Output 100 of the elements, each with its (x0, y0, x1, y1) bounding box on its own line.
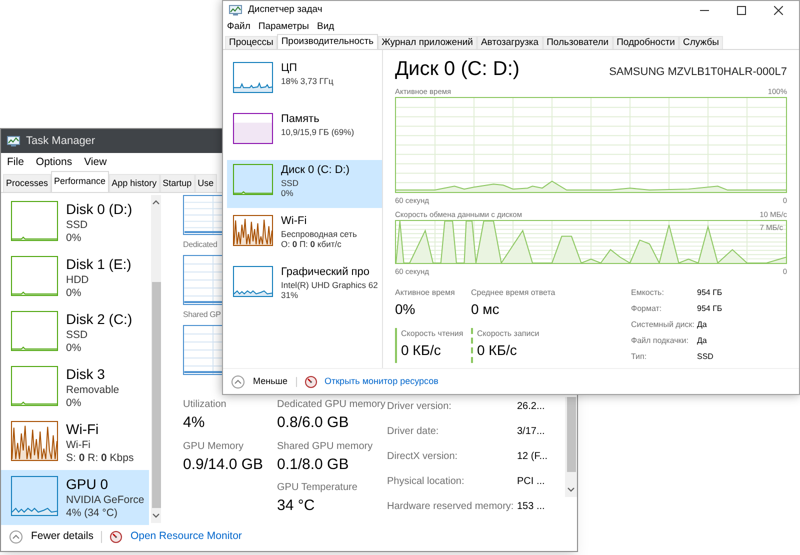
scroll-up-icon[interactable] (152, 199, 160, 206)
device-detail: 0% (66, 232, 82, 245)
detail-label: Driver version: (387, 400, 452, 414)
detail-value: 26.2... (517, 400, 546, 414)
usage-graph (11, 256, 58, 296)
device-detail: NVIDIA GeForce (66, 494, 144, 507)
window-title: Task Manager (26, 134, 96, 149)
menu-item[interactable]: Options (36, 154, 72, 170)
detail-label: Формат: (631, 303, 663, 315)
detail-label: Файл подкачки: (631, 335, 690, 347)
device-name: Disk 0 (D:) (66, 201, 132, 218)
menu-item[interactable]: View (84, 154, 107, 170)
device-name: GPU 0 (66, 476, 110, 494)
graph-label: Shared GP (183, 309, 221, 321)
device-name: Wi-Fi (66, 421, 100, 438)
stat-value: 0% (395, 300, 416, 319)
device-detail: 18% 3,73 ГГц (281, 76, 334, 86)
detail-value: 3/17... (517, 425, 546, 440)
tab[interactable]: Журнал приложений (378, 36, 477, 49)
gauge-icon (110, 531, 122, 543)
detail-value: PCI ... (517, 475, 546, 490)
device-name: Disk 1 (E:) (66, 256, 132, 274)
tab[interactable]: Автозагрузка (476, 36, 543, 49)
stat-label: GPU Memory (183, 440, 245, 454)
stat-value: 0 КБ/с (477, 341, 518, 360)
tab[interactable]: Processes (3, 174, 52, 192)
app-icon (229, 4, 242, 16)
device-detail: S: 0 R: 0 Kbps (66, 452, 134, 465)
scrollbar-thumb[interactable] (566, 397, 576, 472)
usage-graph (233, 62, 273, 93)
device-detail: Беспроводная сеть (281, 228, 357, 240)
device-name: Графический про (281, 266, 370, 280)
device-detail: HDD (66, 274, 90, 287)
detail-value: 954 ГБ (697, 287, 724, 299)
device-detail: О: 0 П: 0 кбит/с (281, 239, 342, 250)
device-name: Disk 3 (66, 366, 106, 384)
detail-label: Емкость: (631, 287, 665, 299)
resource-monitor-link[interactable]: Open Resource Monitor (130, 529, 242, 545)
sidebar-item[interactable]: Диск 0 (C: D:) SSD 0% (227, 160, 382, 208)
device-detail: SSD (281, 178, 300, 188)
usage-graph (11, 421, 58, 461)
gauge-icon (304, 376, 316, 388)
menu-item[interactable]: File (7, 154, 24, 170)
chevron-up-icon[interactable] (9, 530, 23, 544)
device-detail: 31% (281, 290, 300, 301)
detail-label: Тип: (631, 351, 648, 363)
device-name: Disk 2 (C:) (66, 311, 132, 328)
device-detail: SSD (66, 218, 89, 232)
stat-value: 0.8/6.0 GB (277, 413, 350, 433)
scrollbar-thumb[interactable] (152, 282, 160, 508)
window-title: Диспетчер задач (248, 2, 322, 17)
device-name: Диск 0 (C: D:) (281, 164, 350, 178)
tab[interactable]: Службы (679, 36, 723, 49)
fewer-details-button[interactable]: Fewer details (31, 529, 94, 545)
device-detail: Wi-Fi (66, 438, 92, 452)
stat-value: 34 °C (277, 496, 316, 516)
detail-value: 12 (F... (517, 450, 549, 464)
device-detail: 4% (34 °C) (66, 506, 118, 520)
tab[interactable]: Startup (160, 174, 195, 192)
menu-item[interactable]: Файл (227, 20, 250, 34)
detail-label: Системный диск: (631, 319, 696, 331)
tab[interactable]: Подробности (612, 36, 679, 49)
device-name: Wi-Fi (281, 215, 308, 229)
graph-label: Dedicated (183, 239, 218, 251)
stat-value: 0.9/14.0 GB (183, 454, 264, 474)
stat-value: 0 КБ/с (401, 341, 442, 360)
stat-label: Utilization (183, 398, 228, 412)
tab[interactable]: Performance (51, 171, 109, 192)
page-heading: Диск 0 (C: D:) (395, 57, 520, 82)
device-model: SAMSUNG MZVLB1T0HALR-000L7 (609, 64, 787, 80)
menu-item[interactable]: Вид (317, 20, 334, 34)
device-detail: 10,9/15,9 ГБ (69%) (281, 126, 354, 138)
detail-value: 954 ГБ (697, 303, 724, 315)
chevron-up-icon[interactable] (231, 374, 245, 388)
stat-label: Dedicated GPU memory (277, 398, 386, 412)
stat-label: GPU Temperature (277, 481, 358, 495)
usage-graph (11, 311, 58, 351)
maximize-icon[interactable] (737, 6, 746, 14)
menu-item[interactable]: Параметры (258, 20, 309, 34)
stat-value: 4% (183, 413, 206, 433)
tab[interactable]: Use (194, 174, 217, 192)
stat-label: Скорость записи (477, 328, 540, 340)
device-detail: Intel(R) UHD Graphics 62 (281, 280, 378, 290)
detail-label: DirectX version: (387, 450, 459, 464)
sidebar-item[interactable]: GPU 0 NVIDIA GeForce 4% (34 °C) (1, 470, 149, 525)
fewer-details-button[interactable]: Меньше (253, 374, 288, 388)
usage-graph (11, 476, 58, 516)
scroll-down-icon[interactable] (567, 486, 575, 493)
detail-value: Да (697, 319, 708, 331)
usage-graph (11, 201, 58, 241)
device-name: Память (281, 113, 320, 127)
device-name: ЦП (281, 62, 298, 76)
close-icon[interactable] (774, 6, 783, 14)
tab[interactable]: Процессы (225, 36, 278, 49)
tab[interactable]: App history (108, 174, 160, 192)
tab[interactable]: Пользователи (542, 36, 613, 49)
tab[interactable]: Производительность (277, 34, 378, 49)
usage-graph (11, 366, 58, 406)
resource-monitor-link[interactable]: Открыть монитор ресурсов (324, 374, 438, 388)
scroll-down-icon[interactable] (152, 512, 160, 519)
